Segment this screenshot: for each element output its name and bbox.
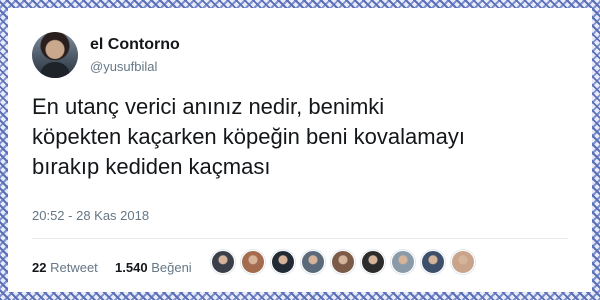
user-avatar[interactable] — [32, 32, 78, 78]
liker-avatar[interactable] — [421, 250, 445, 274]
user-display-name[interactable]: el Contorno — [90, 36, 180, 54]
liker-avatar[interactable] — [451, 250, 475, 274]
retweet-label[interactable]: Retweet — [50, 260, 98, 275]
stats-divider — [32, 238, 568, 239]
liker-avatar[interactable] — [331, 250, 355, 274]
liker-avatar[interactable] — [391, 250, 415, 274]
liker-avatar[interactable] — [301, 250, 325, 274]
liker-avatar[interactable] — [271, 250, 295, 274]
tweet-text-line: köpekten kaçarken köpeğin beni kovalamay… — [32, 124, 465, 149]
like-count[interactable]: 1.540 — [115, 260, 148, 275]
liker-avatar[interactable] — [211, 250, 235, 274]
liker-avatar[interactable] — [361, 250, 385, 274]
like-label[interactable]: Beğeni — [151, 260, 191, 275]
patterned-frame: el Contorno @yusufbilal En utanç verici … — [0, 0, 600, 300]
tweet-text: En utanç verici anınız nedir, benimki kö… — [32, 92, 572, 182]
tweet-card: el Contorno @yusufbilal En utanç verici … — [8, 8, 592, 292]
tweet-text-line: bırakıp kediden kaçması — [32, 154, 271, 179]
user-handle[interactable]: @yusufbilal — [90, 59, 157, 74]
retweet-count[interactable]: 22 — [32, 260, 46, 275]
engagement-stats: 22 Retweet 1.540 Beğeni — [32, 260, 192, 275]
liker-avatars — [211, 250, 481, 280]
avatar-figure — [40, 62, 70, 78]
liker-avatar[interactable] — [241, 250, 265, 274]
tweet-text-line: En utanç verici anınız nedir, benimki — [32, 94, 385, 119]
tweet-timestamp[interactable]: 20:52 - 28 Kas 2018 — [32, 208, 149, 223]
